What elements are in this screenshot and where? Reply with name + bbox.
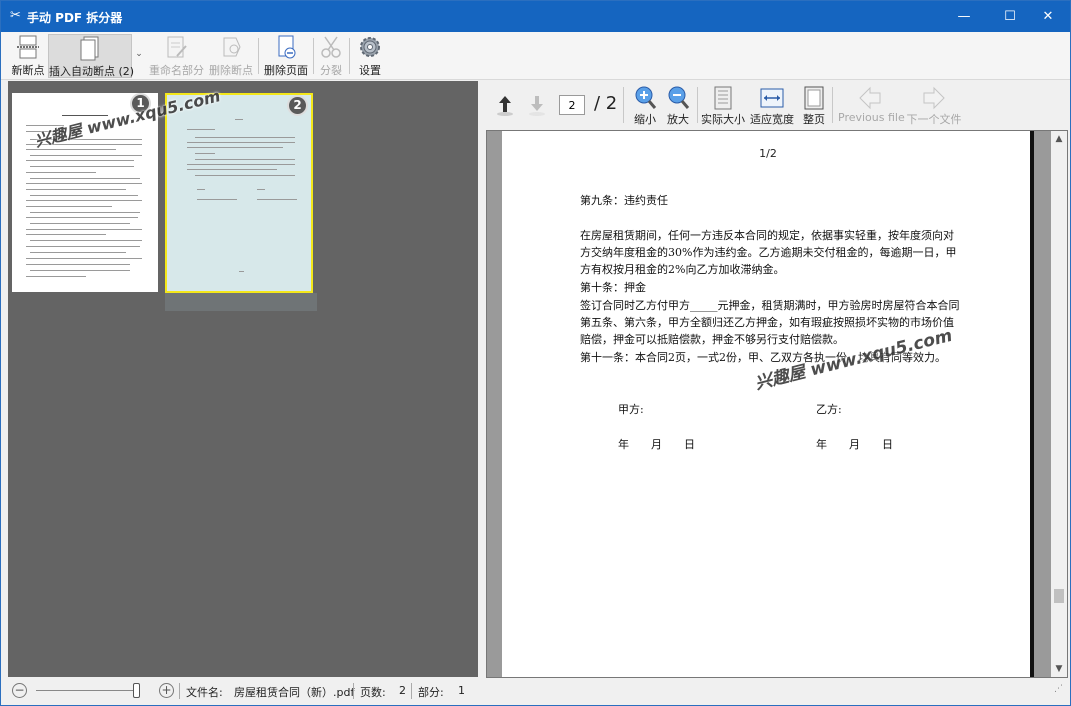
clause-10-heading: 第十条：押金 (580, 281, 646, 294)
scrollbar-thumb[interactable] (1054, 589, 1064, 603)
arrow-right-icon (923, 86, 945, 110)
zoom-out-button[interactable]: 缩小 (630, 85, 660, 127)
page-thumbnail-selected[interactable]: 2 (165, 93, 317, 311)
status-bar: − + 文件名: 房屋租赁合同（新）.pdf 页数: 2 部分: 1 ⋰ (1, 678, 1070, 705)
scroll-down-icon[interactable]: ▼ (1051, 661, 1067, 677)
arrow-down-icon (529, 96, 545, 116)
split-button[interactable]: 分裂 (317, 34, 345, 78)
scissors-icon (321, 36, 341, 58)
zoom-in-button[interactable]: 放大 (663, 85, 693, 127)
viewer-toolbar-separator (697, 87, 698, 123)
clause-9-heading: 第九条：违约责任 (580, 194, 668, 207)
clause-9-body: 在房屋租赁期间，任何一方违反本合同的规定，依据事实轻重，按年度须向对方交纳年度租… (580, 229, 957, 276)
parts-count-label: 部分: (418, 686, 444, 699)
filename-label: 文件名: (186, 686, 223, 699)
main-toolbar: 新断点 插入自动断点 (2) ⌄ 重命名部分 删除断点 删除页面 分裂 设置 (1, 32, 1070, 80)
viewer-toolbar: / 2 缩小 放大 (482, 81, 1068, 129)
insert-auto-breakpoint-label: 插入自动断点 (2) (49, 65, 135, 78)
resize-grip-icon[interactable]: ⋰ (1054, 684, 1063, 694)
gear-icon (360, 37, 380, 57)
document-page: 1/2 第九条：违约责任 在房屋租赁期间，任何一方违反本合同的规定，依据事实轻重… (502, 131, 1034, 677)
scissors-icon: ✂ (10, 8, 21, 23)
rename-icon (167, 36, 187, 58)
toolbar-separator (349, 38, 350, 74)
thumbnail-pane[interactable]: 1 2 兴趣屋 www.xqu5.com (8, 81, 478, 677)
settings-label: 设置 (359, 64, 381, 77)
close-button[interactable]: ✕ (1025, 1, 1071, 32)
filename-value: 房屋租赁合同（新）.pdf (234, 686, 355, 699)
split-label: 分裂 (320, 64, 342, 77)
status-separator (179, 683, 180, 699)
whole-page-label: 整页 (803, 113, 825, 126)
new-breakpoint-label: 新断点 (11, 64, 45, 77)
delete-breakpoint-button[interactable]: 删除断点 (208, 34, 254, 78)
arrow-up-icon (497, 96, 513, 116)
next-page-button[interactable] (526, 93, 548, 120)
rename-part-label: 重命名部分 (149, 64, 204, 77)
zoom-in-label: 放大 (667, 113, 689, 126)
minimize-button[interactable]: — (941, 1, 987, 32)
next-file-label: 下一个文件 (906, 113, 962, 126)
fit-width-button[interactable]: 适应宽度 (750, 85, 794, 127)
party-b-label: 乙方: (816, 403, 842, 416)
actual-size-label: 实际大小 (701, 113, 745, 126)
viewer-toolbar-separator (832, 87, 833, 123)
auto-breakpoint-icon (80, 36, 99, 61)
toolbar-separator (313, 38, 314, 74)
party-a-date: 年 月 日 (618, 438, 695, 451)
settings-button[interactable]: 设置 (354, 34, 386, 78)
party-a-label: 甲方: (618, 403, 644, 416)
page-number-badge: 2 (287, 95, 308, 116)
page-number-input[interactable] (559, 95, 585, 115)
zoom-out-label: 缩小 (634, 113, 656, 126)
title-bar: ✂ 手动 PDF 拆分器 — ☐ ✕ (1, 1, 1070, 32)
parts-count-value: 1 (458, 684, 465, 697)
next-file-button[interactable]: 下一个文件 (906, 85, 962, 127)
party-b-date: 年 月 日 (816, 438, 893, 451)
new-breakpoint-icon (17, 35, 39, 59)
window-title: 手动 PDF 拆分器 (27, 11, 123, 25)
whole-page-icon (804, 86, 824, 110)
actual-size-button[interactable]: 实际大小 (701, 85, 745, 127)
fit-width-label: 适应宽度 (750, 113, 794, 126)
page-count-value: 2 (399, 684, 406, 697)
zoom-minus-icon[interactable]: − (12, 683, 27, 698)
previous-file-button[interactable]: Previous file (838, 85, 905, 124)
zoom-plus-icon[interactable]: + (159, 683, 174, 698)
viewer-toolbar-separator (623, 87, 624, 123)
insert-auto-breakpoint-button[interactable]: 插入自动断点 (2) (48, 34, 135, 78)
chevron-down-icon: ⌄ (135, 49, 143, 59)
delete-page-button[interactable]: 删除页面 (263, 34, 309, 78)
page-count-label: 页数: (360, 686, 386, 699)
status-separator (411, 683, 412, 699)
delete-page-label: 删除页面 (264, 64, 308, 77)
delete-page-icon (278, 35, 296, 59)
rename-part-button[interactable]: 重命名部分 (149, 34, 204, 78)
page-label: 1/2 (759, 147, 777, 160)
previous-page-button[interactable] (494, 93, 516, 120)
zoom-slider[interactable] (36, 690, 140, 691)
zoom-slider-handle[interactable] (133, 683, 140, 698)
delete-breakpoint-label: 删除断点 (209, 64, 253, 77)
zoom-out-icon (635, 86, 657, 109)
viewer-pane: / 2 缩小 放大 (482, 81, 1068, 678)
toolbar-separator (258, 38, 259, 74)
zoom-in-icon (668, 86, 690, 109)
document-view[interactable]: 1/2 第九条：违约责任 在房屋租赁期间，任何一方违反本合同的规定，依据事实轻重… (486, 130, 1068, 678)
fit-width-icon (760, 88, 784, 108)
new-breakpoint-button[interactable]: 新断点 (9, 34, 47, 78)
previous-file-label: Previous file (838, 111, 905, 124)
status-separator (353, 683, 354, 699)
actual-size-icon (714, 86, 732, 110)
delete-breakpoint-icon (223, 37, 241, 57)
scroll-up-icon[interactable]: ▲ (1051, 131, 1067, 147)
vertical-scrollbar[interactable]: ▲ ▼ (1051, 131, 1067, 677)
app-window: ✂ 手动 PDF 拆分器 — ☐ ✕ 新断点 插入自动断点 (2) ⌄ 重命名部… (0, 0, 1071, 706)
page-total: / 2 (594, 93, 618, 114)
whole-page-button[interactable]: 整页 (800, 85, 828, 127)
arrow-left-icon (859, 86, 881, 110)
